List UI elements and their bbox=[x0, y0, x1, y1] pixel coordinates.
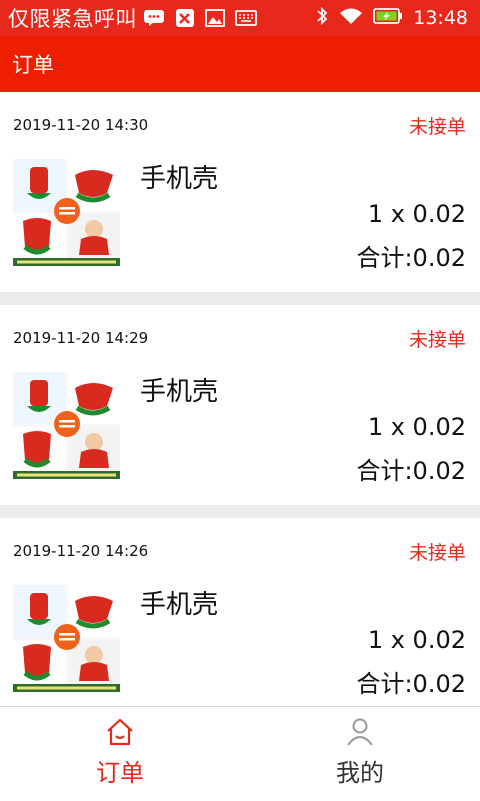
product-thumbnail bbox=[13, 159, 120, 266]
order-date: 2019-11-20 14:30 bbox=[13, 116, 149, 134]
order-list: 2019-11-20 14:30 未接单 手机壳 1 x 0.02 合计:0.0… bbox=[0, 92, 480, 731]
user-icon bbox=[345, 717, 375, 751]
wifi-icon bbox=[339, 7, 363, 29]
battery-charging-icon bbox=[373, 8, 403, 28]
status-notice: 仅限紧急呼叫 bbox=[8, 7, 137, 31]
nav-item-orders[interactable]: 订单 bbox=[0, 707, 240, 801]
message-icon bbox=[143, 9, 165, 27]
order-total: 合计:0.02 bbox=[356, 244, 466, 272]
order-total: 合计:0.02 bbox=[356, 457, 466, 485]
product-title: 手机壳 bbox=[140, 377, 219, 407]
order-date: 2019-11-20 14:29 bbox=[13, 329, 149, 347]
bluetooth-icon bbox=[315, 6, 329, 30]
bottom-nav: 订单 我的 bbox=[0, 706, 480, 801]
order-card[interactable]: 2019-11-20 14:26 未接单 手机壳 1 x 0.02 合计:0.0… bbox=[0, 518, 480, 718]
order-quantity: 1 x 0.02 bbox=[367, 626, 466, 654]
order-card[interactable]: 2019-11-20 14:29 未接单 手机壳 1 x 0.02 合计:0.0… bbox=[0, 305, 480, 505]
order-status: 未接单 bbox=[408, 329, 466, 351]
status-bar: 仅限紧急呼叫 13:48 bbox=[0, 0, 480, 36]
product-thumbnail bbox=[13, 372, 120, 479]
home-icon bbox=[105, 717, 135, 751]
order-date: 2019-11-20 14:26 bbox=[13, 542, 149, 560]
order-quantity: 1 x 0.02 bbox=[367, 413, 466, 441]
order-total: 合计:0.02 bbox=[356, 670, 466, 698]
status-time: 13:48 bbox=[413, 7, 468, 29]
tool-icon bbox=[175, 8, 195, 28]
product-title: 手机壳 bbox=[140, 164, 219, 194]
keyboard-icon bbox=[235, 10, 257, 26]
page-title: 订单 bbox=[12, 53, 54, 77]
order-status: 未接单 bbox=[408, 116, 466, 138]
app-bar: 订单 bbox=[0, 36, 480, 92]
nav-label: 我的 bbox=[336, 759, 384, 787]
order-card[interactable]: 2019-11-20 14:30 未接单 手机壳 1 x 0.02 合计:0.0… bbox=[0, 92, 480, 292]
nav-label: 订单 bbox=[96, 759, 144, 787]
order-quantity: 1 x 0.02 bbox=[367, 200, 466, 228]
nav-item-mine[interactable]: 我的 bbox=[240, 707, 480, 801]
product-title: 手机壳 bbox=[140, 590, 219, 620]
order-status: 未接单 bbox=[408, 542, 466, 564]
product-thumbnail bbox=[13, 585, 120, 692]
image-icon bbox=[205, 9, 225, 27]
